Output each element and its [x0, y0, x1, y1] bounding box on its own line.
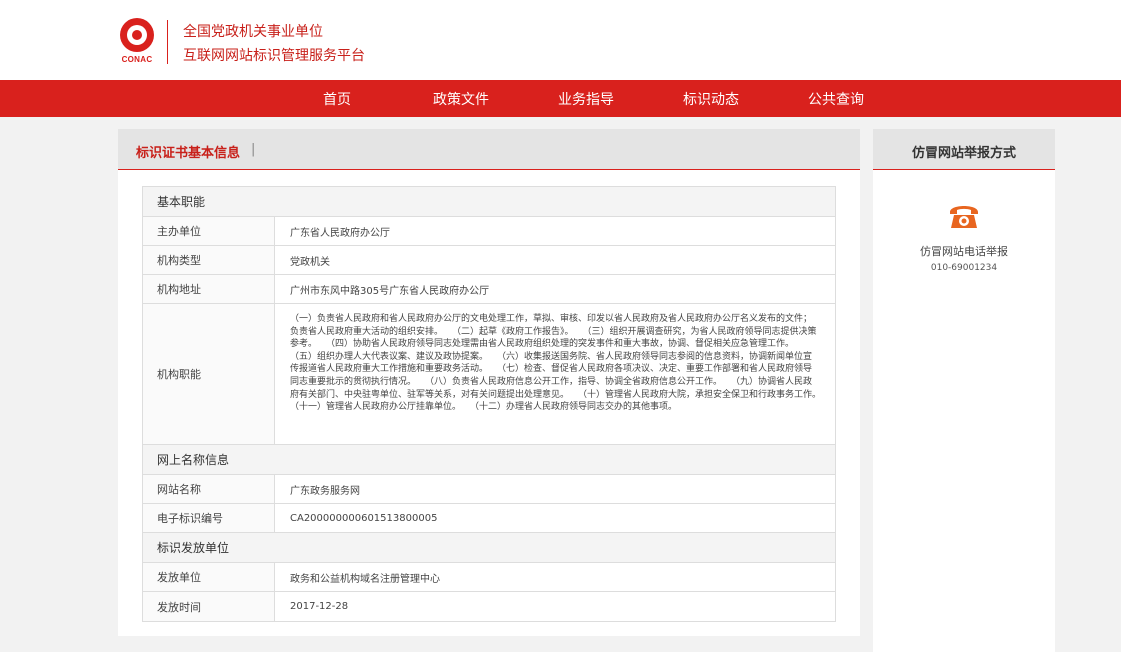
logo-text: CONAC — [121, 55, 153, 64]
site-name-value: 广东政务服务网 — [290, 485, 360, 497]
table-row: 发放时间 2017-12-28 — [143, 592, 835, 621]
site-title-line1: 全国党政机关事业单位 — [183, 24, 323, 40]
section-online-heading: 网上名称信息 — [143, 445, 835, 475]
conac-emblem-icon — [120, 18, 154, 52]
report-panel-title: 仿冒网站举报方式 — [911, 146, 1016, 161]
nav-item-guidance[interactable]: 业务指导 — [558, 89, 614, 109]
certificate-info-table: 基本职能 主办单位 广东省人民政府办公厅 机构类型 党政机关 机构地址 广州市东… — [142, 186, 836, 622]
table-row: 机构类型 党政机关 — [143, 246, 835, 275]
table-row: 网站名称 广东政务服务网 — [143, 475, 835, 504]
nav-item-policy[interactable]: 政策文件 — [433, 89, 489, 109]
issuer-label: 发放单位 — [143, 563, 275, 591]
table-row: 机构职能 （一）负责省人民政府和省人民政府办公厅的文电处理工作，草拟、审核、印发… — [143, 304, 835, 445]
report-panel-header: 仿冒网站举报方式 — [873, 129, 1055, 170]
table-row: 主办单位 广东省人民政府办公厅 — [143, 217, 835, 246]
org-address-label: 机构地址 — [143, 275, 275, 303]
site-header: CONAC 全国党政机关事业单位 互联网网站标识管理服务平台 — [0, 0, 1121, 80]
org-address-value: 广州市东风中路305号广东省人民政府办公厅 — [290, 285, 490, 297]
nav-item-query[interactable]: 公共查询 — [808, 89, 864, 109]
table-row: 机构地址 广州市东风中路305号广东省人民政府办公厅 — [143, 275, 835, 304]
org-duty-value: （一）负责省人民政府和省人民政府办公厅的文电处理工作，草拟、审核、印发以省人民政… — [290, 314, 835, 413]
page-title: 标识证书基本信息 — [136, 146, 241, 161]
org-type-label: 机构类型 — [143, 246, 275, 274]
conac-logo[interactable]: CONAC — [118, 18, 156, 66]
issue-date-value: 2017-12-28 — [290, 601, 349, 612]
site-name-label: 网站名称 — [143, 475, 275, 503]
org-duty-label: 机构职能 — [143, 304, 275, 444]
sponsor-label: 主办单位 — [143, 217, 275, 245]
issue-date-label: 发放时间 — [143, 592, 275, 621]
section-basic-heading: 基本职能 — [143, 187, 835, 217]
e-id-value: CA20000000060151380000​5 — [290, 512, 438, 524]
main-nav: 首页 政策文件 业务指导 标识动态 公共查询 — [0, 80, 1121, 117]
org-type-value: 党政机关 — [290, 256, 330, 268]
section-issuer-heading: 标识发放单位 — [143, 533, 835, 563]
report-panel: 仿冒网站举报方式 仿冒网站电话举报 010-69001234 — [873, 129, 1055, 652]
nav-item-news[interactable]: 标识动态 — [683, 89, 739, 109]
title-separator: | — [251, 142, 256, 157]
certificate-panel: 标识证书基本信息 | 基本职能 主办单位 广东省人民政府办公厅 机构类型 党政机… — [118, 129, 860, 636]
table-row: 电子标识编号 CA20000000060151380000​5 — [143, 504, 835, 533]
telephone-icon[interactable] — [947, 199, 981, 231]
phone-report-label: 仿冒网站电话举报 — [920, 245, 1008, 258]
site-title-line2: 互联网网站标识管理服务平台 — [183, 48, 365, 64]
issuer-value: 政务和公益机构域名注册管理中心 — [290, 573, 440, 585]
e-id-label: 电子标识编号 — [143, 504, 275, 532]
header-divider — [167, 20, 168, 64]
certificate-panel-header: 标识证书基本信息 | — [118, 129, 860, 170]
nav-item-home[interactable]: 首页 — [323, 89, 351, 109]
phone-report-number: 010-69001234 — [930, 263, 998, 273]
table-row: 发放单位 政务和公益机构域名注册管理中心 — [143, 563, 835, 592]
sponsor-value: 广东省人民政府办公厅 — [290, 227, 390, 239]
